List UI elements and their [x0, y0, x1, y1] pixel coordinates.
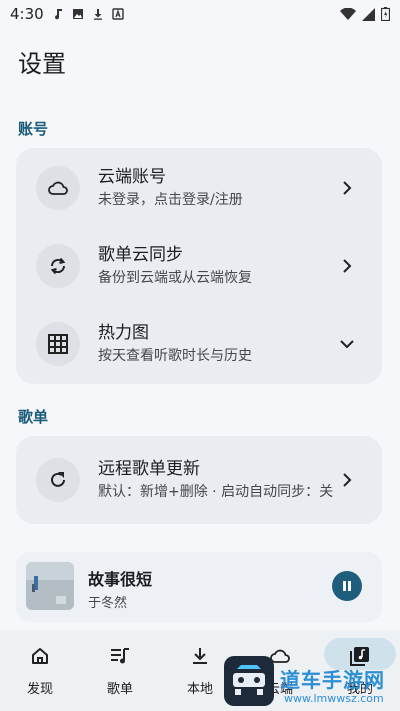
refresh-icon — [36, 458, 80, 502]
watermark-title: 道车手游网 — [280, 668, 385, 692]
chevron-down-icon — [340, 340, 354, 349]
row-remote-playlist-update[interactable]: 远程歌单更新 默认：新增+删除 · 启动自动同步：关 — [16, 440, 382, 520]
row-cloud-account[interactable]: 云端账号 未登录，点击登录/注册 — [16, 148, 382, 228]
song-title: 故事很短 — [88, 570, 153, 589]
download-icon — [188, 644, 212, 668]
mini-player[interactable]: 故事很短 于冬然 — [16, 552, 382, 622]
notification-icons — [52, 8, 124, 20]
download-status-icon — [93, 9, 102, 20]
row-title: 云端账号 — [98, 167, 166, 187]
status-bar: 4:30 — [0, 0, 400, 28]
chevron-right-icon — [343, 259, 352, 273]
playlist-icon — [108, 644, 132, 668]
image-icon — [72, 9, 83, 19]
nav-label: 歌单 — [106, 682, 133, 697]
battery-icon — [381, 7, 390, 21]
nav-item-discover[interactable]: 发现 — [0, 630, 80, 711]
sync-icon — [36, 244, 80, 288]
nav-item-playlist[interactable]: 歌单 — [80, 630, 160, 711]
page-title: 设置 — [18, 50, 66, 78]
row-subtitle: 默认：新增+删除 · 启动自动同步：关 — [98, 484, 334, 500]
row-subtitle: 未登录，点击登录/注册 — [98, 192, 243, 208]
row-subtitle: 按天查看听歌时长与历史 — [98, 348, 252, 364]
row-title: 热力图 — [98, 323, 149, 343]
nav-label: 发现 — [26, 682, 53, 697]
row-title: 远程歌单更新 — [98, 459, 200, 479]
wifi-icon — [340, 7, 356, 20]
status-time: 4:30 — [10, 5, 44, 23]
watermark-logo — [224, 656, 274, 706]
row-subtitle: 备份到云端或从云端恢复 — [98, 270, 252, 286]
section-label-playlist: 歌单 — [18, 408, 49, 426]
music-note-icon — [54, 9, 62, 20]
section-label-account: 账号 — [18, 120, 49, 138]
row-title: 歌单云同步 — [98, 245, 183, 265]
song-artist: 于冬然 — [88, 596, 128, 611]
pause-button[interactable] — [332, 571, 362, 601]
cloud-icon — [36, 166, 80, 210]
grid-icon — [36, 322, 80, 366]
row-heatmap[interactable]: 热力图 按天查看听歌时长与历史 — [16, 304, 382, 384]
home-icon — [28, 644, 52, 668]
app-a-icon — [111, 8, 124, 20]
playlist-card: 远程歌单更新 默认：新增+删除 · 启动自动同步：关 — [16, 436, 382, 524]
pause-icon — [343, 581, 351, 591]
chevron-right-icon — [343, 181, 352, 195]
account-card: 云端账号 未登录，点击登录/注册 歌单云同步 备份到云端或从云端恢复 热力图 按… — [16, 148, 382, 384]
watermark-url: www.lmwwsz.com — [284, 692, 384, 705]
row-playlist-cloud-sync[interactable]: 歌单云同步 备份到云端或从云端恢复 — [16, 226, 382, 306]
album-art — [26, 562, 74, 610]
signal-icon — [362, 7, 375, 21]
chevron-right-icon — [343, 473, 352, 487]
system-icons — [340, 7, 390, 21]
